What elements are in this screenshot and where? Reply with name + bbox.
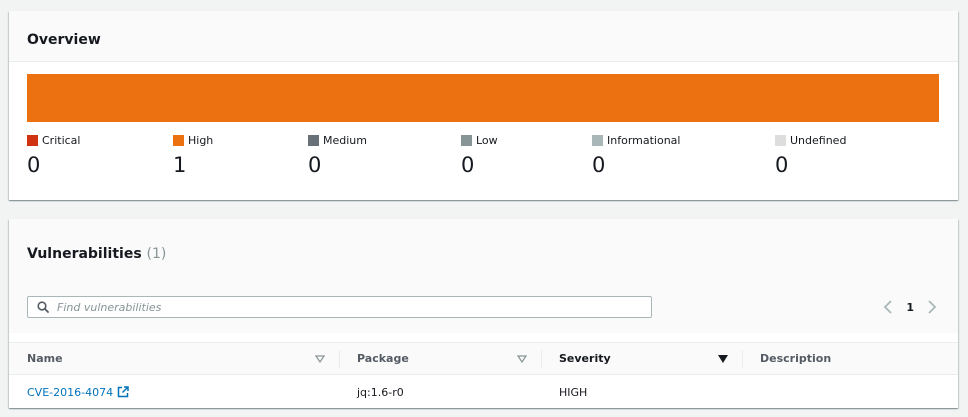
cve-id: CVE-2016-4074 [27,385,114,399]
cell-package: jq:1.6-r0 [357,385,404,399]
external-link-icon [117,386,129,398]
cell-name: CVE-2016-4074 [9,375,339,410]
overview-title: Overview [27,32,101,48]
severity-legend: Critical 0 High 1 Medium 0 Low 0 Informa… [9,133,958,193]
sort-descending-icon [718,354,728,363]
vulnerabilities-title-text: Vulnerabilities [27,246,142,262]
critical-swatch [27,134,38,146]
legend-label: Undefined [790,133,847,147]
sort-caret-icon [315,354,325,363]
legend-label: Critical [42,133,81,147]
legend-critical: Critical 0 [27,133,80,177]
undefined-count: 0 [775,153,789,177]
vulnerabilities-title: Vulnerabilities (1) [27,246,166,262]
vulnerabilities-table: Name Package Severity Description CVE-20… [9,342,958,409]
chevron-right-icon[interactable] [924,299,940,315]
cve-link[interactable]: CVE-2016-4074 [27,386,129,399]
pagination: 1 [880,299,940,315]
column-header-package[interactable]: Package [339,343,541,375]
legend-undefined: Undefined 0 [775,133,846,177]
legend-medium: Medium 0 [308,133,367,177]
search-input[interactable] [57,300,617,314]
column-label: Severity [559,352,611,365]
overview-panel: Overview Critical 0 High 1 Medium 0 Low … [9,11,958,200]
legend-label: Informational [607,133,681,147]
search-icon [37,301,49,313]
vulnerabilities-panel: Vulnerabilities (1) 1 Name [9,219,958,408]
high-count: 1 [173,153,187,177]
current-page[interactable]: 1 [906,301,914,314]
table-header-row: Name Package Severity Description [9,342,958,375]
overview-header: Overview [9,11,958,62]
vulnerabilities-count: (1) [146,246,167,262]
column-header-severity[interactable]: Severity [541,343,742,375]
column-label: Package [357,352,409,365]
chevron-left-icon[interactable] [880,299,896,315]
critical-count: 0 [27,153,41,177]
column-header-description: Description [742,343,958,375]
vulnerabilities-header: Vulnerabilities (1) 1 [9,219,958,333]
legend-label: Medium [323,133,367,147]
high-swatch [173,134,184,146]
severity-distribution-bar [27,74,939,122]
legend-label: Low [476,133,498,147]
medium-swatch [308,134,319,146]
sort-caret-icon [517,354,527,363]
legend-informational: Informational 0 [592,133,680,177]
column-label: Description [760,352,832,365]
cell-severity: HIGH [559,385,588,399]
legend-label: High [188,133,214,147]
legend-low: Low 0 [461,133,498,177]
search-box[interactable] [27,296,652,318]
undefined-swatch [775,134,786,146]
table-row: CVE-2016-4074 jq:1.6-r0 HIGH [9,375,958,410]
informational-swatch [592,134,603,146]
informational-count: 0 [592,153,606,177]
low-count: 0 [461,153,475,177]
column-header-name[interactable]: Name [9,343,339,375]
medium-count: 0 [308,153,322,177]
bar-segment-high [27,74,939,122]
cell-description [742,375,958,410]
low-swatch [461,134,472,146]
legend-high: High 1 [173,133,213,177]
column-label: Name [27,352,63,365]
